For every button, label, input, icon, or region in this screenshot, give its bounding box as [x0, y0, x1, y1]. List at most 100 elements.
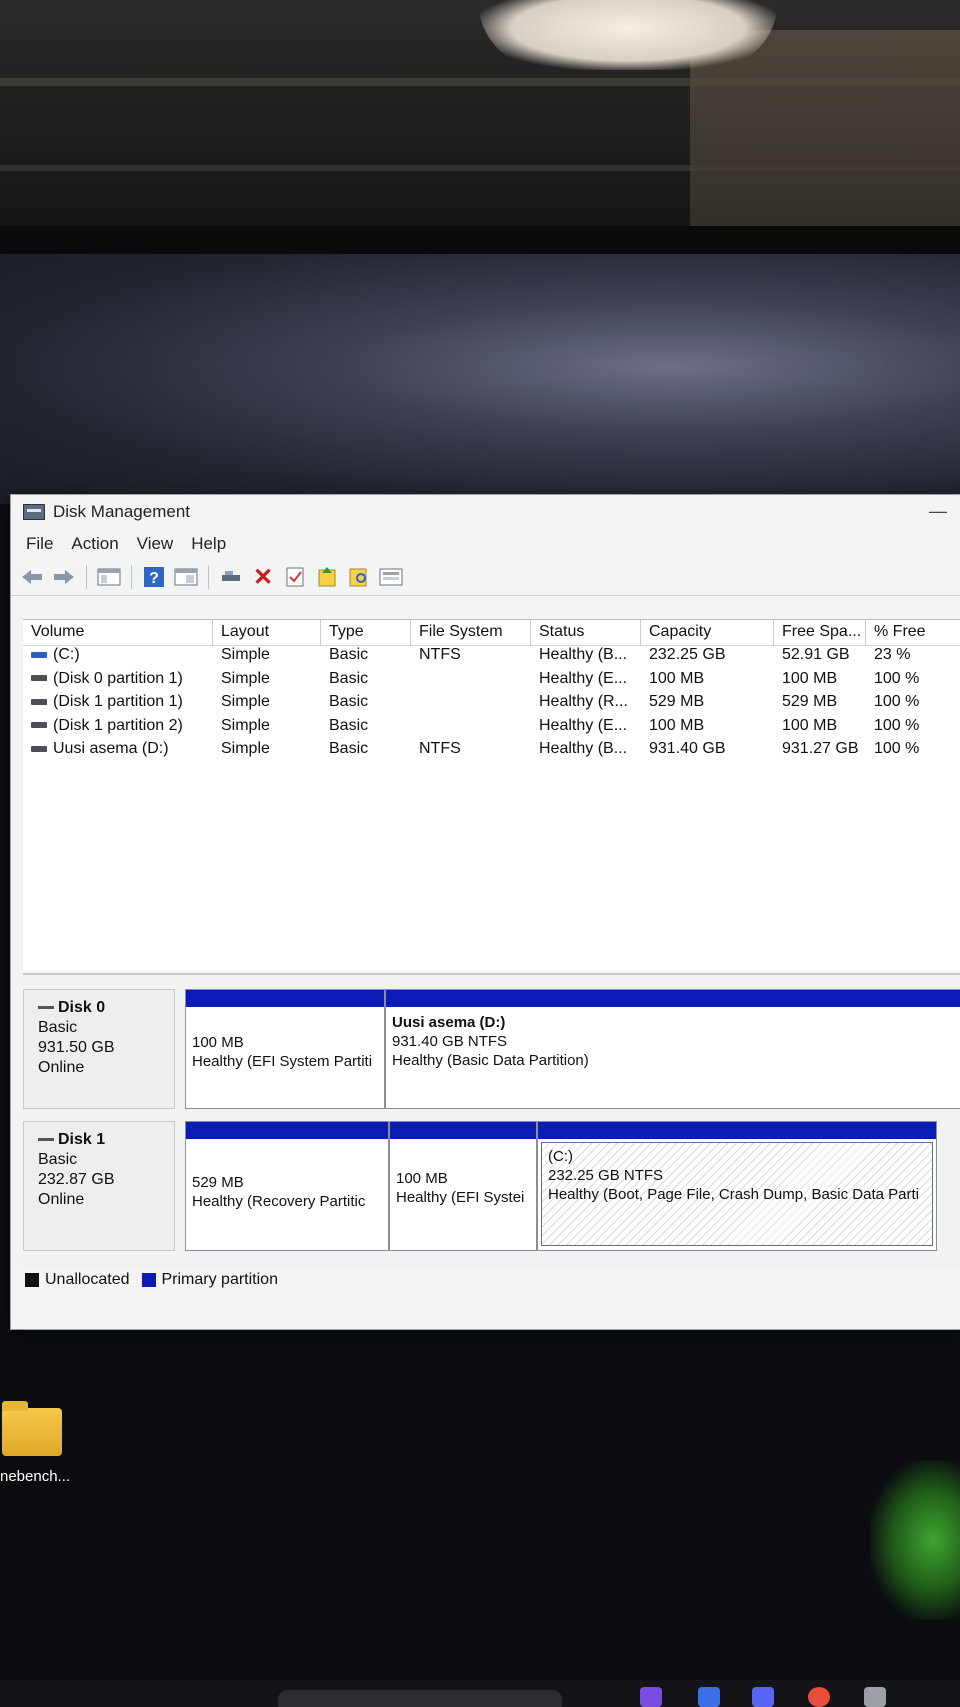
folder-zip-icon[interactable] — [2, 1401, 62, 1456]
layout-cell: Simple — [221, 669, 270, 687]
window-title: Disk Management — [53, 502, 191, 521]
column-header-status[interactable]: Status — [531, 620, 641, 646]
table-row[interactable]: (Disk 1 partition 1) Simple Basic Health… — [23, 693, 960, 717]
column-header-file-system[interactable]: File System — [411, 620, 531, 646]
type-cell: Basic — [329, 740, 369, 757]
capacity-cell: 931.40 GB — [649, 740, 726, 757]
drive-icon — [31, 651, 47, 658]
partition-color-bar — [186, 990, 384, 1007]
help-icon[interactable]: ? — [141, 564, 167, 590]
drive-icon — [31, 675, 47, 682]
layout-cell: Simple — [221, 716, 270, 734]
menu-bar: File Action View Help — [11, 529, 960, 559]
volume-list: Volume Layout Type File System Status Ca… — [23, 619, 960, 970]
partition-c-selected[interactable]: (C:) 232.25 GB NTFS Healthy (Boot, Page … — [537, 1121, 937, 1251]
unallocated-swatch — [25, 1273, 39, 1287]
table-row[interactable]: Uusi asema (D:) Simple Basic NTFS Health… — [23, 740, 960, 764]
disk-0-label[interactable]: Disk 0 Basic 931.50 GB Online — [23, 989, 175, 1109]
volume-cell: (Disk 1 partition 2) — [23, 717, 213, 741]
capacity-cell: 529 MB — [649, 693, 705, 710]
ceiling-lamp — [478, 0, 778, 70]
layout-cell: Simple — [221, 740, 270, 757]
partition-efi-disk1[interactable]: 100 MB Healthy (EFI Systei — [389, 1121, 537, 1251]
disk-management-icon — [23, 504, 45, 520]
search-icon[interactable] — [346, 564, 372, 590]
forward-arrow-icon[interactable] — [51, 564, 77, 590]
partition-title: (C:) — [548, 1148, 573, 1165]
monitor-bezel — [0, 226, 960, 254]
menu-file[interactable]: File — [17, 534, 62, 554]
disk-type: Basic — [38, 1019, 78, 1036]
check-icon[interactable] — [282, 564, 308, 590]
rescan-icon[interactable] — [314, 564, 340, 590]
layout-cell: Simple — [221, 646, 270, 663]
volume-cell: (C:) — [23, 646, 213, 670]
percent-free-cell: 100 % — [874, 716, 920, 734]
free-space-cell: 100 MB — [782, 669, 838, 687]
column-header-volume[interactable]: Volume — [23, 620, 213, 646]
free-space-cell: 100 MB — [782, 716, 838, 734]
capacity-cell: 232.25 GB — [649, 646, 726, 663]
partition-size: 232.25 GB NTFS — [548, 1167, 664, 1184]
percent-free-cell: 23 % — [874, 646, 911, 663]
partition-color-bar — [386, 990, 960, 1007]
disk-size: 931.50 GB — [38, 1039, 115, 1056]
menu-action[interactable]: Action — [62, 534, 127, 554]
connect-drive-icon[interactable] — [218, 564, 244, 590]
desktop-wallpaper — [0, 254, 960, 504]
column-header-layout[interactable]: Layout — [213, 620, 321, 646]
file-system-cell: NTFS — [419, 646, 461, 663]
column-header-type[interactable]: Type — [321, 620, 411, 646]
column-header-percent-free[interactable]: % Free — [866, 620, 960, 646]
column-header-free-space[interactable]: Free Spa... — [774, 620, 866, 646]
disk-size: 232.87 GB — [38, 1171, 115, 1188]
volume-cell: (Disk 1 partition 1) — [23, 693, 213, 717]
discord-icon[interactable] — [752, 1687, 774, 1707]
taskbar-app-icon[interactable] — [640, 1687, 662, 1707]
free-space-cell: 52.91 GB — [782, 646, 850, 663]
drive-icon — [31, 745, 47, 752]
type-cell: Basic — [329, 646, 369, 663]
back-arrow-icon[interactable] — [19, 564, 45, 590]
partition-size: 100 MB — [396, 1170, 448, 1187]
legend: Unallocated Primary partition — [25, 1265, 278, 1295]
drive-icon — [31, 722, 47, 729]
partition-recovery[interactable]: 529 MB Healthy (Recovery Partitic — [185, 1121, 389, 1251]
taskbar-search[interactable] — [278, 1690, 562, 1707]
table-row[interactable]: (Disk 1 partition 2) Simple Basic Health… — [23, 717, 960, 741]
partition-status: Healthy (Basic Data Partition) — [392, 1052, 589, 1069]
partition-status: Healthy (EFI Systei — [396, 1189, 525, 1206]
chrome-icon[interactable] — [808, 1687, 830, 1707]
type-cell: Basic — [329, 716, 369, 734]
partition-title: Uusi asema (D:) — [392, 1014, 506, 1031]
desktop-icon-label[interactable]: nebench... — [0, 1468, 70, 1485]
properties-icon[interactable] — [173, 564, 199, 590]
minimize-button[interactable]: — — [923, 497, 953, 527]
menu-help[interactable]: Help — [182, 534, 235, 554]
table-row[interactable]: (C:) Simple Basic NTFS Healthy (B... 232… — [23, 646, 960, 670]
percent-free-cell: 100 % — [874, 740, 920, 757]
table-row[interactable]: (Disk 0 partition 1) Simple Basic Health… — [23, 670, 960, 694]
status-cell: Healthy (E... — [539, 716, 628, 734]
toolbar: ? ✕ — [11, 559, 960, 596]
disk-management-window: Disk Management — File Action View Help … — [10, 494, 960, 1330]
free-space-cell: 529 MB — [782, 693, 838, 710]
percent-free-cell: 100 % — [874, 669, 920, 687]
free-space-cell: 931.27 GB — [782, 740, 859, 757]
taskbar-app-icon[interactable] — [698, 1687, 720, 1707]
file-system-cell — [411, 693, 531, 717]
disk-1-label[interactable]: Disk 1 Basic 232.87 GB Online — [23, 1121, 175, 1251]
file-system-cell — [411, 670, 531, 694]
column-header-capacity[interactable]: Capacity — [641, 620, 774, 646]
disk-state: Online — [38, 1191, 85, 1208]
console-tree-icon[interactable] — [96, 564, 122, 590]
capacity-cell: 100 MB — [649, 716, 705, 734]
menu-view[interactable]: View — [128, 534, 183, 554]
taskbar-app-icon[interactable] — [864, 1687, 886, 1707]
partition-efi[interactable]: 100 MB Healthy (EFI System Partiti — [185, 989, 385, 1109]
view-icon[interactable] — [378, 564, 404, 590]
partition-status: Healthy (Recovery Partitic — [192, 1193, 366, 1210]
delete-icon[interactable]: ✕ — [250, 564, 276, 591]
disk-state: Online — [38, 1059, 85, 1076]
partition-d[interactable]: Uusi asema (D:) 931.40 GB NTFS Healthy (… — [385, 989, 960, 1109]
